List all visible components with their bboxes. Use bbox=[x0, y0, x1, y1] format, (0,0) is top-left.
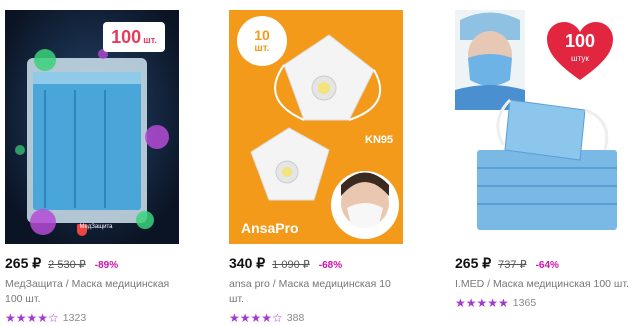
product-image[interactable]: 10 шт. KN95 AnsaPro bbox=[229, 10, 403, 244]
brand-name: МедЗащита bbox=[5, 278, 63, 290]
image-brand-text: МедЗащита bbox=[79, 224, 113, 230]
star-rating-icon: ★★★★★ bbox=[455, 296, 509, 310]
product-title[interactable]: I.MED / Маска медицинская 100 шт. bbox=[455, 277, 633, 292]
current-price: 265 ₽ bbox=[455, 255, 492, 271]
current-price: 265 ₽ bbox=[5, 255, 42, 271]
product-title[interactable]: МедЗащита / Маска медицинская 100 шт. bbox=[5, 277, 183, 307]
rating: ★★★★☆ 388 bbox=[229, 311, 425, 325]
rating: ★★★★★ 1365 bbox=[455, 296, 640, 310]
brand-name: I.MED bbox=[455, 278, 485, 290]
kn95-label: KN95 bbox=[365, 134, 394, 146]
image-brand-text: AnsaPro bbox=[241, 220, 299, 236]
discount-badge: -64% bbox=[535, 260, 559, 271]
price-row: 265 ₽ 737 ₽ -64% bbox=[455, 255, 640, 275]
review-count: 388 bbox=[286, 312, 305, 324]
old-price: 2 530 ₽ bbox=[48, 259, 86, 271]
current-price: 340 ₽ bbox=[229, 255, 266, 271]
discount-badge: -89% bbox=[94, 260, 119, 271]
heart-badge-number: 100 bbox=[564, 31, 596, 51]
product-image[interactable]: 100 штук bbox=[455, 10, 629, 244]
product-title[interactable]: ansa pro / Маска медицинская 10 шт. bbox=[229, 277, 407, 307]
quantity-badge: 10 шт. bbox=[237, 16, 287, 66]
product-image[interactable]: 100 шт. МедЗащита bbox=[5, 10, 179, 244]
product-card[interactable]: 100 штук 265 ₽ 737 ₽ -64% I.MED / Маска … bbox=[455, 0, 640, 310]
product-card[interactable]: 10 шт. KN95 AnsaPro 340 ₽ 1 090 ₽ -68% a… bbox=[229, 0, 425, 325]
product-card[interactable]: 100 шт. МедЗащита 265 ₽ 2 530 ₽ -89% МедЗ… bbox=[5, 0, 201, 325]
quantity-badge: 100 шт. bbox=[103, 22, 165, 52]
old-price: 1 090 ₽ bbox=[272, 259, 310, 271]
star-rating-icon: ★★★★☆ bbox=[229, 311, 283, 325]
brand-name: ansa pro bbox=[229, 278, 270, 290]
review-count: 1365 bbox=[512, 297, 537, 309]
price-row: 265 ₽ 2 530 ₽ -89% bbox=[5, 255, 201, 275]
price-row: 340 ₽ 1 090 ₽ -68% bbox=[229, 255, 425, 275]
discount-badge: -68% bbox=[318, 260, 343, 271]
rating: ★★★★☆ 1323 bbox=[5, 311, 201, 325]
heart-badge-icon: 100 штук bbox=[547, 22, 613, 82]
product-name: Маска медицинская 100 шт. bbox=[492, 278, 629, 290]
star-rating-icon: ★★★★☆ bbox=[5, 311, 59, 325]
heart-badge-unit: штук bbox=[571, 54, 589, 63]
review-count: 1323 bbox=[62, 312, 87, 324]
old-price: 737 ₽ bbox=[498, 259, 527, 271]
